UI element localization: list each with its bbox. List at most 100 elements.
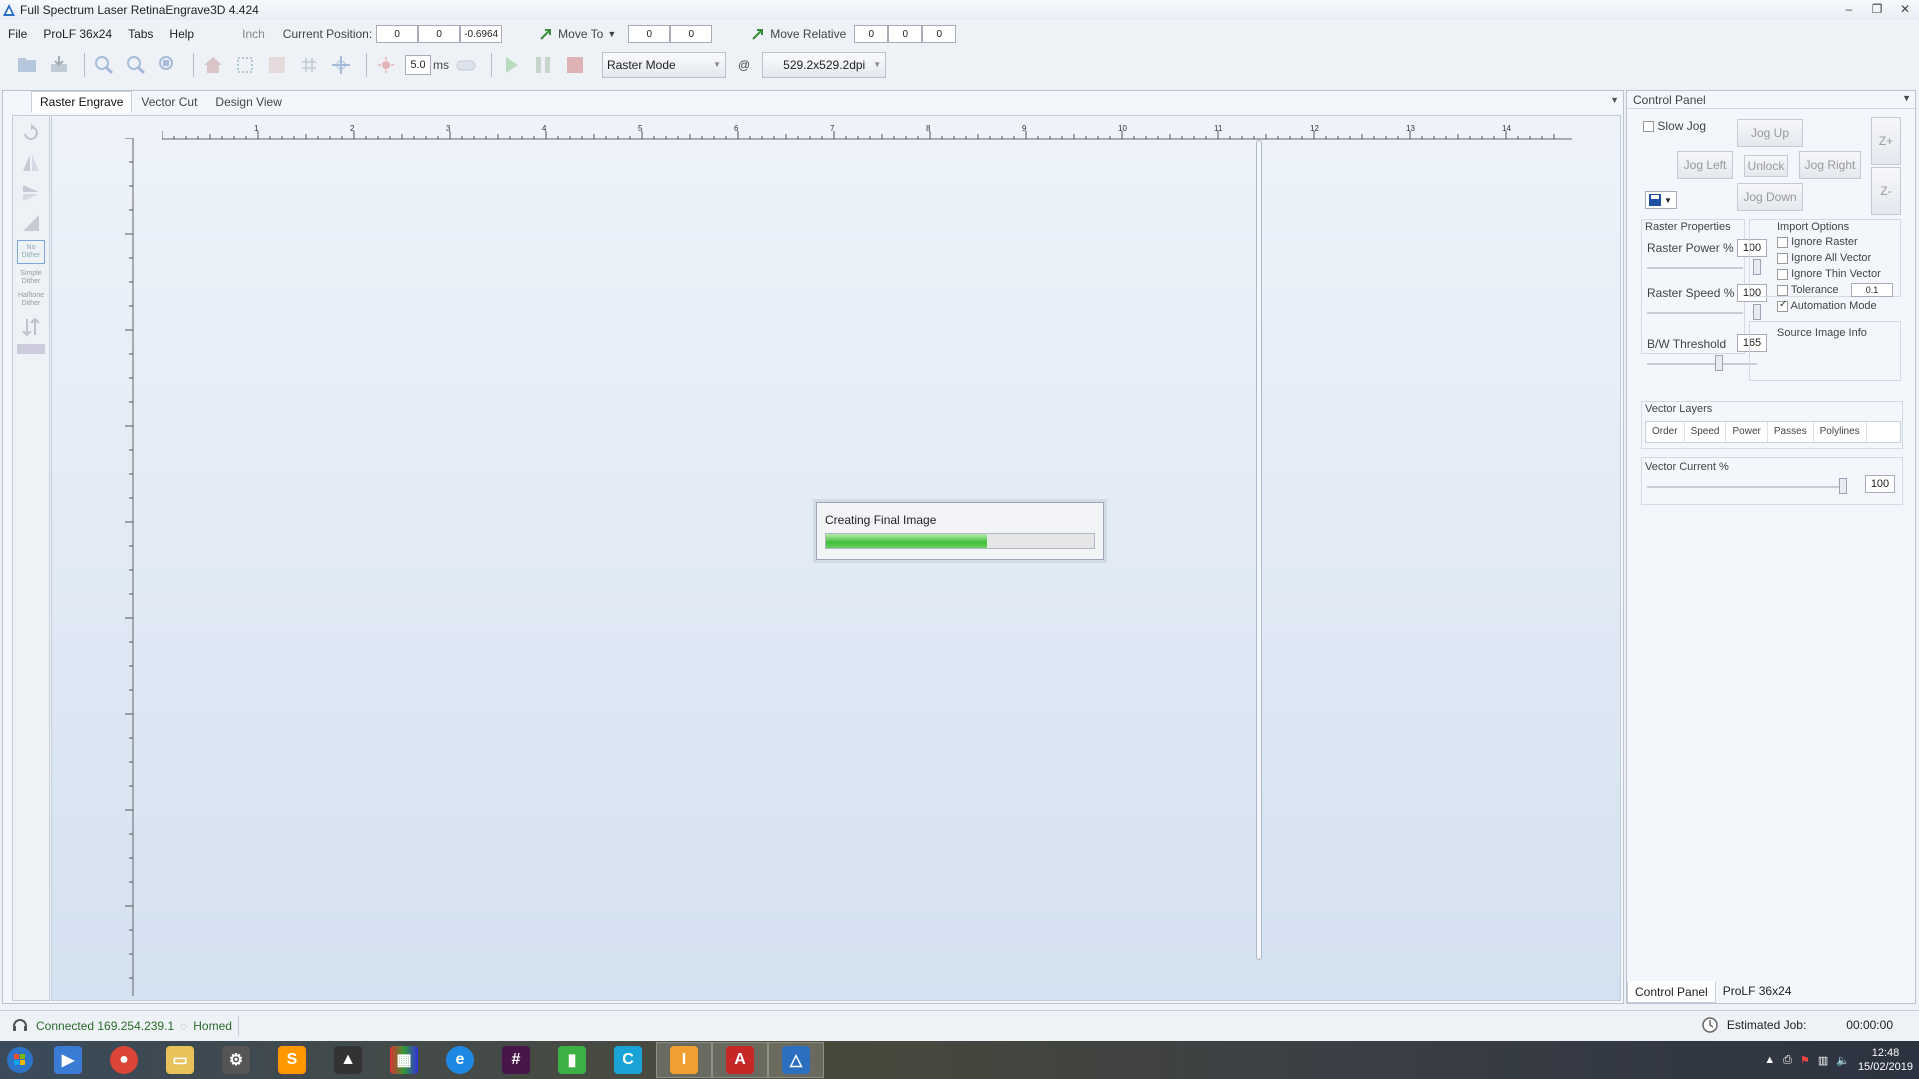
automation-mode-checkbox[interactable] — [1777, 299, 1788, 312]
simple-dither-button[interactable]: Simple Dither — [13, 270, 49, 286]
taskbar-internet-explorer[interactable]: e — [432, 1042, 488, 1078]
start-button[interactable] — [0, 1041, 40, 1079]
pause-button[interactable] — [530, 52, 556, 78]
taskbar-inkscape[interactable]: ▲ — [320, 1042, 376, 1078]
z-up-button[interactable]: Z+ — [1871, 117, 1901, 165]
tolerance-input[interactable]: 0.1 — [1851, 283, 1893, 297]
open-file-button[interactable] — [14, 52, 40, 78]
vector-current-slider-thumb[interactable] — [1839, 478, 1847, 494]
taskbar-autocad[interactable]: A — [712, 1042, 768, 1078]
tab-prolf-36x24[interactable]: ProLF 36x24 — [1716, 981, 1799, 1003]
ignore-thin-vector-checkbox[interactable] — [1777, 268, 1788, 280]
tab-vector-cut[interactable]: Vector Cut — [132, 91, 206, 113]
menu-file[interactable]: File — [0, 27, 35, 41]
taskbar-cloud-app[interactable]: C — [600, 1042, 656, 1078]
column-passes[interactable]: Passes — [1768, 422, 1814, 442]
import-button[interactable] — [46, 52, 72, 78]
menu-tabs[interactable]: Tabs — [120, 27, 161, 41]
taskbar-media-player[interactable]: ▶ — [40, 1042, 96, 1078]
rotate-button[interactable] — [17, 120, 45, 146]
air-assist-button[interactable] — [453, 52, 479, 78]
scrollbar-track[interactable] — [1256, 140, 1262, 960]
taskbar-file-explorer[interactable]: ▭ — [152, 1042, 208, 1078]
no-dither-button[interactable]: No Dither — [17, 240, 45, 264]
bw-threshold-slider-thumb[interactable] — [1715, 355, 1723, 371]
run-button[interactable] — [498, 52, 524, 78]
pulse-ms-input[interactable]: 5.0 — [405, 55, 431, 75]
laser-pulse-button[interactable] — [373, 52, 399, 78]
zoom-out-button[interactable] — [123, 52, 149, 78]
bw-threshold-slider[interactable] — [1647, 363, 1757, 365]
center-button[interactable] — [328, 52, 354, 78]
taskbar-retinaengrave[interactable]: △ — [768, 1042, 824, 1078]
column-polylines[interactable]: Polylines — [1814, 422, 1867, 442]
slow-jog-checkbox[interactable] — [1643, 121, 1654, 133]
halftone-dither-button[interactable]: Halftone Dither — [13, 292, 49, 308]
stop-button[interactable] — [562, 52, 588, 78]
move-relative-button[interactable]: Move Relative — [750, 26, 846, 42]
show-hidden-icons[interactable]: ▲ — [1764, 1054, 1775, 1066]
tab-raster-engrave[interactable]: Raster Engrave — [31, 91, 133, 113]
taskbar-inkscape-helper[interactable]: ⚙ — [208, 1042, 264, 1078]
grid-button[interactable] — [296, 52, 322, 78]
network-icon[interactable]: ▥ — [1818, 1054, 1828, 1067]
column-order[interactable]: Order — [1646, 422, 1685, 442]
slow-jog-option[interactable]: Slow Jog — [1643, 119, 1706, 133]
system-clock[interactable]: 12:48 15/02/2019 — [1858, 1046, 1913, 1074]
dpi-select[interactable]: 529.2x529.2dpi ▼ — [762, 52, 887, 78]
z-down-button[interactable]: Z- — [1871, 167, 1901, 215]
panel-menu-icon[interactable]: ▼ — [1610, 95, 1619, 105]
taskbar-office[interactable]: ▦ — [376, 1042, 432, 1078]
ignore-thin-vector-option[interactable]: Ignore Thin Vector — [1777, 268, 1881, 280]
mode-select[interactable]: Raster Mode ▼ — [602, 52, 726, 78]
ignore-all-vector-option[interactable]: Ignore All Vector — [1777, 252, 1871, 264]
move-to-button[interactable]: Move To ▼ — [538, 26, 616, 42]
close-button[interactable]: ✕ — [1891, 0, 1919, 18]
vector-current-input[interactable]: 100 — [1865, 475, 1895, 493]
unlock-button[interactable]: Unlock — [1744, 155, 1788, 177]
ignore-raster-checkbox[interactable] — [1777, 236, 1788, 248]
flip-vertical-button[interactable] — [17, 180, 45, 206]
flip-horizontal-button[interactable] — [17, 150, 45, 176]
column-power[interactable]: Power — [1726, 422, 1768, 442]
zoom-fit-button[interactable] — [155, 52, 181, 78]
save-position-dropdown[interactable]: ▼ — [1645, 191, 1677, 209]
tolerance-option[interactable]: Tolerance — [1777, 284, 1839, 296]
taskbar-illustrator-style-app[interactable]: I — [656, 1042, 712, 1078]
tab-control-panel[interactable]: Control Panel — [1627, 981, 1716, 1003]
home-button[interactable] — [200, 52, 226, 78]
raster-speed-slider-thumb[interactable] — [1753, 304, 1761, 320]
tab-design-view[interactable]: Design View — [206, 91, 290, 113]
automation-mode-option[interactable]: Automation Mode — [1777, 299, 1877, 312]
raster-speed-slider[interactable] — [1647, 312, 1743, 314]
maximize-button[interactable]: ❐ — [1863, 0, 1891, 18]
printer-icon[interactable]: ⎙ — [1783, 1054, 1792, 1067]
vertical-scrollbar[interactable] — [1254, 134, 1264, 966]
move-relative-z-input[interactable]: 0 — [922, 25, 957, 43]
flag-icon[interactable]: ⚑ — [1800, 1054, 1810, 1067]
move-relative-x-input[interactable]: 0 — [854, 25, 889, 43]
jog-left-button[interactable]: Jog Left — [1677, 151, 1733, 179]
menu-help[interactable]: Help — [161, 27, 202, 41]
move-to-y-input[interactable]: 0 — [670, 25, 713, 43]
sort-button[interactable] — [17, 314, 45, 340]
taskbar-green-app[interactable]: ▮ — [544, 1042, 600, 1078]
ignore-all-vector-checkbox[interactable] — [1777, 252, 1788, 264]
volume-icon[interactable]: 🔈 — [1836, 1054, 1850, 1067]
color-swatch[interactable] — [17, 344, 45, 354]
move-to-x-input[interactable]: 0 — [628, 25, 671, 43]
menu-machine[interactable]: ProLF 36x24 — [35, 27, 120, 41]
invert-button[interactable] — [17, 210, 45, 236]
taskbar-sublime[interactable]: S — [264, 1042, 320, 1078]
frame-button[interactable] — [232, 52, 258, 78]
taskbar-slack[interactable]: # — [488, 1042, 544, 1078]
chevron-down-icon[interactable]: ▼ — [1902, 93, 1911, 103]
jog-down-button[interactable]: Jog Down — [1737, 183, 1803, 211]
zoom-in-button[interactable] — [91, 52, 117, 78]
minimize-button[interactable]: – — [1835, 0, 1863, 18]
vector-current-slider[interactable] — [1647, 486, 1847, 488]
taskbar-chrome[interactable]: ● — [96, 1042, 152, 1078]
jog-right-button[interactable]: Jog Right — [1799, 151, 1861, 179]
column-speed[interactable]: Speed — [1685, 422, 1727, 442]
selection-button[interactable] — [264, 52, 290, 78]
